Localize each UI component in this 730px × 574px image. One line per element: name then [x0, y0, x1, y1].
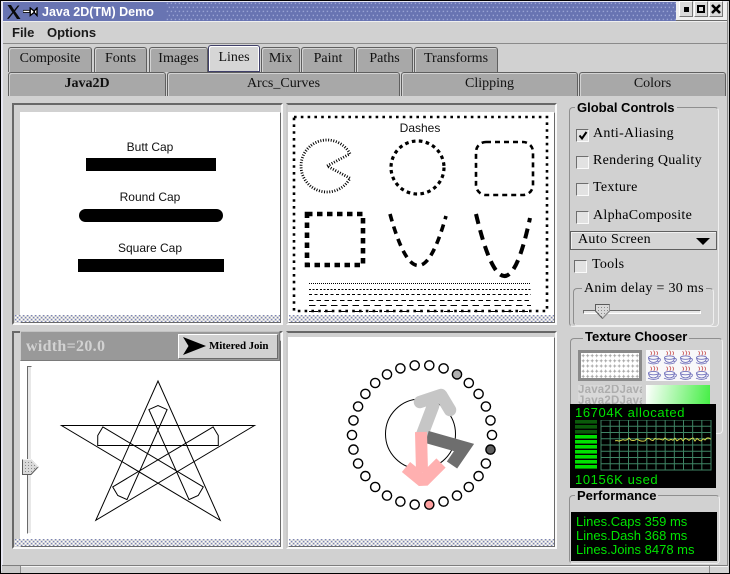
svg-text:Dashes: Dashes: [400, 121, 441, 135]
